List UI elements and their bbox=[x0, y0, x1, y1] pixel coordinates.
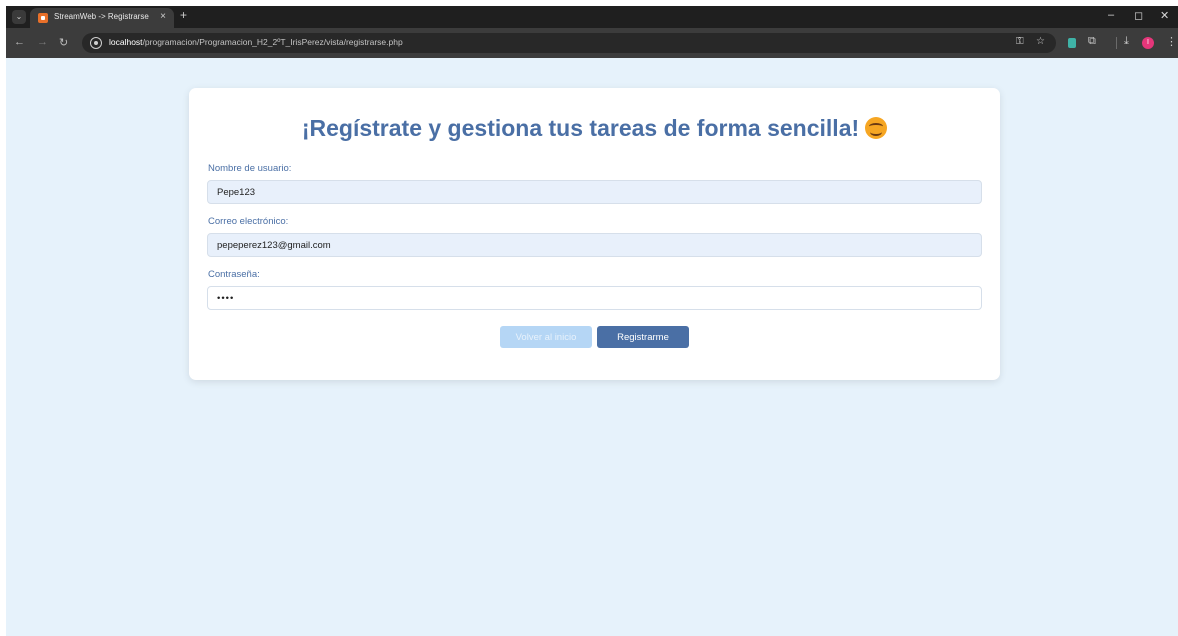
browser-window: ⌄ StreamWeb -> Registrarse × + – ◻ ✕ ← →… bbox=[6, 6, 1178, 636]
forward-icon[interactable]: → bbox=[37, 36, 48, 48]
reload-icon[interactable]: ↻ bbox=[59, 36, 68, 49]
browser-toolbar: ← → ↻ localhost/programacion/Programacio… bbox=[6, 28, 1178, 58]
email-field[interactable] bbox=[207, 233, 982, 257]
password-label: Contraseña: bbox=[208, 269, 260, 280]
username-field[interactable] bbox=[207, 180, 982, 204]
email-label: Correo electrónico: bbox=[208, 216, 289, 227]
site-info-icon[interactable] bbox=[90, 37, 102, 49]
profile-avatar[interactable]: I bbox=[1142, 37, 1154, 49]
register-form-card: ¡Regístrate y gestiona tus tareas de for… bbox=[189, 88, 1000, 380]
extension-icon[interactable] bbox=[1068, 38, 1076, 48]
url-path: /programacion/Programacion_H2_2ºT_IrisPe… bbox=[142, 37, 403, 47]
toolbar-divider bbox=[1116, 37, 1117, 49]
smiling-face-icon bbox=[865, 117, 888, 139]
new-tab-button[interactable]: + bbox=[180, 8, 187, 22]
page-title-text: ¡Regístrate y gestiona tus tareas de for… bbox=[301, 115, 860, 141]
close-window-icon[interactable]: ✕ bbox=[1160, 9, 1169, 22]
bookmark-star-icon[interactable]: ☆ bbox=[1036, 36, 1045, 47]
puzzle-icon[interactable]: ⧉ bbox=[1088, 35, 1096, 48]
tab-close-icon[interactable]: × bbox=[160, 11, 166, 22]
page-viewport: ¡Regístrate y gestiona tus tareas de for… bbox=[6, 58, 1178, 636]
minimize-icon[interactable]: – bbox=[1108, 9, 1114, 21]
more-menu-icon[interactable]: ⋮ bbox=[1166, 35, 1177, 48]
tab-active[interactable]: StreamWeb -> Registrarse × bbox=[30, 8, 174, 28]
tab-strip: ⌄ StreamWeb -> Registrarse × + – ◻ ✕ bbox=[6, 6, 1178, 28]
password-field[interactable] bbox=[207, 286, 982, 310]
restore-icon[interactable]: ◻ bbox=[1134, 9, 1143, 22]
url-host: localhost bbox=[109, 37, 143, 47]
username-label: Nombre de usuario: bbox=[208, 163, 292, 174]
address-bar[interactable]: localhost/programacion/Programacion_H2_2… bbox=[82, 33, 1056, 53]
register-button[interactable]: Registrarme bbox=[597, 326, 689, 348]
tab-menu-icon[interactable]: ⌄ bbox=[12, 10, 26, 24]
favicon-icon bbox=[38, 13, 48, 23]
password-key-icon[interactable]: ⚿ bbox=[1016, 36, 1024, 47]
download-icon[interactable]: ⤓ bbox=[1124, 35, 1129, 48]
tab-title: StreamWeb -> Registrarse bbox=[54, 12, 149, 21]
page-title: ¡Regístrate y gestiona tus tareas de for… bbox=[189, 115, 1000, 142]
back-to-home-button[interactable]: Volver al inicio bbox=[500, 326, 592, 348]
back-icon[interactable]: ← bbox=[14, 36, 25, 48]
url-text[interactable]: localhost/programacion/Programacion_H2_2… bbox=[109, 37, 403, 47]
